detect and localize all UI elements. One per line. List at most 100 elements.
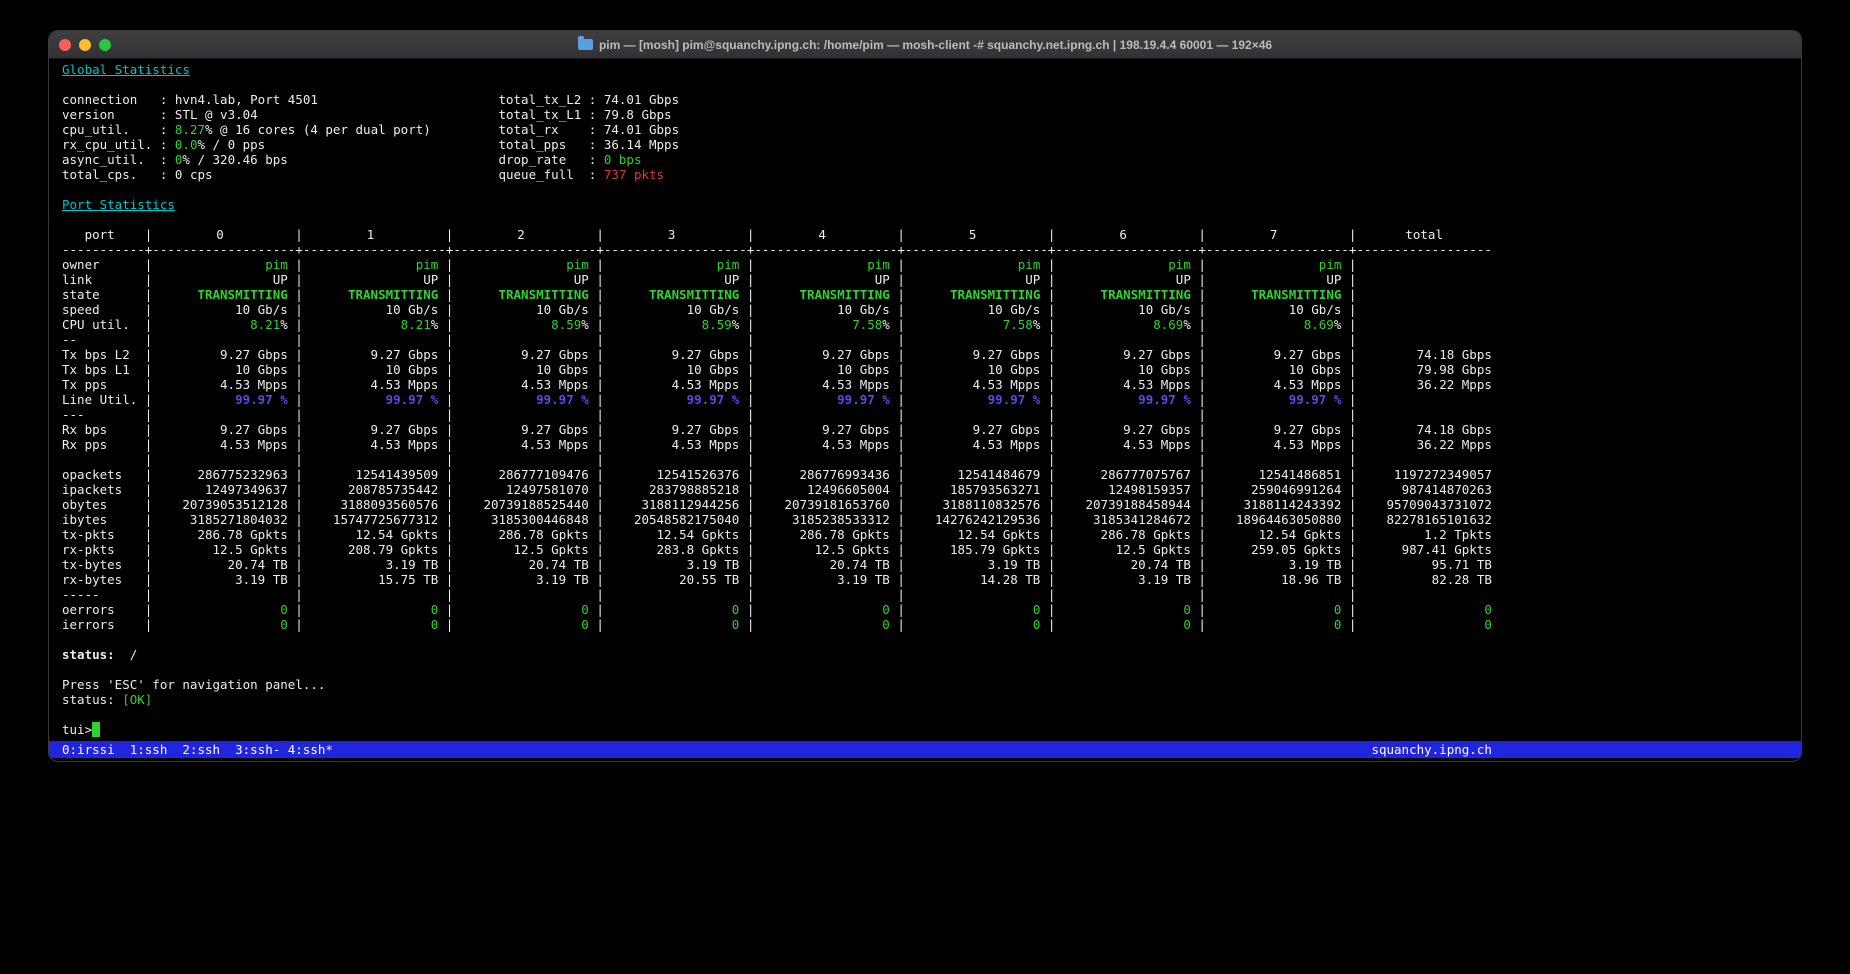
text-segment: 4.53 Mpps [973,437,1041,452]
text-segment: 286777109476 [498,467,588,482]
table-row: ibytes |3185271804032 |15747725677312 |3… [62,512,1788,527]
text-segment: 10 Gbps [386,362,439,377]
stat-cell: 0 [1055,617,1190,632]
stat-cell: 286.78 Gpkts [1055,527,1190,542]
table-row: tx-pkts |286.78 Gpkts |12.54 Gpkts |286.… [62,527,1788,542]
stat-label: cpu_util. [62,122,160,137]
stat-cell: 99.97 % [1206,392,1341,407]
text-segment: 12497581070 [506,482,589,497]
text-segment: 79.8 Gbps [604,107,672,122]
text-segment: 283798885218 [649,482,739,497]
text-segment: 10 Gbps [536,362,589,377]
text-segment: 8.21 [401,317,431,332]
text-segment: 0 [280,617,288,632]
column-header: 1 [303,227,438,242]
stat-label: total_rx [498,122,588,137]
stat-label: queue_full [498,167,588,182]
stat-cell: 15747725677312 [303,512,438,527]
stat-cell: 0 [453,617,588,632]
table-row: link |UP |UP |UP |UP |UP |UP |UP |UP | [62,272,1788,287]
stat-cell: 9.27 Gbps [1206,422,1341,437]
text-segment: 3.19 TB [1289,557,1342,572]
stat-cell: UP [303,272,438,287]
text-segment: 0 [882,617,890,632]
text-segment: 286775232963 [197,467,287,482]
text-segment: 10 Gb/s [687,302,740,317]
text-segment: 286776993436 [800,467,890,482]
text-segment: % [431,317,439,332]
text-segment: pim [1168,257,1191,272]
text-segment: 3188110832576 [943,497,1041,512]
stat-total-cell: 74.18 Gbps [1356,347,1491,362]
zoom-button[interactable] [99,39,111,51]
text-segment: 99.97 % [988,392,1041,407]
text-segment: 20739188458944 [1086,497,1191,512]
terminal-screen[interactable]: Global Statistics connection: hvn4.lab, … [49,59,1801,741]
text-segment: pim [566,257,589,272]
row-label: rx-pkts [62,542,137,557]
stat-total-cell: 36.22 Mpps [1356,437,1491,452]
window-titlebar[interactable]: pim — [mosh] pim@squanchy.ipng.ch: /home… [49,31,1801,59]
text-segment: TRANSMITTING [1251,287,1341,302]
global-stat-left: version: STL @ v3.04 [62,107,498,122]
text-segment: 0 [581,617,589,632]
text-segment: 10 Gb/s [1138,302,1191,317]
stat-cell: pim [303,257,438,272]
stat-cell: 20739188525440 [453,497,588,512]
table-row: owner |pim |pim |pim |pim |pim |pim |pim… [62,257,1788,272]
traffic-lights [49,39,111,51]
prompt-line[interactable]: tui> [62,722,1788,737]
text-segment: % [1183,317,1191,332]
text-segment: 3.19 TB [386,557,439,572]
stat-cell: TRANSMITTING [905,287,1040,302]
row-label: rx-bytes [62,572,137,587]
text-segment: 99.97 % [235,392,288,407]
stat-cell: 8.69% [1206,317,1341,332]
close-button[interactable] [59,39,71,51]
stat-cell: pim [754,257,889,272]
text-segment: 9.27 Gbps [1274,347,1342,362]
stat-cell: 9.27 Gbps [1206,347,1341,362]
stat-cell: 3.19 TB [453,572,588,587]
stat-label: total_tx_L1 [498,107,588,122]
table-row: obytes |20739053512128 |3188093560576 |2… [62,497,1788,512]
stat-cell: 12.5 Gpkts [754,542,889,557]
text-segment: 3.19 TB [536,572,589,587]
row-label: ibytes [62,512,137,527]
stat-cell: 12.54 Gpkts [303,527,438,542]
stat-cell: 286777075767 [1055,467,1190,482]
tmux-hostname: squanchy.ipng.ch [1371,742,1491,757]
text-segment: 9.27 Gbps [973,347,1041,362]
stat-cell: 9.27 Gbps [604,422,739,437]
stat-cell: 99.97 % [152,392,287,407]
table-row: ----- | | | | | | | | | [62,587,1788,602]
stat-cell: 12497349637 [152,482,287,497]
stat-cell: 286776993436 [754,467,889,482]
stat-cell: 9.27 Gbps [453,347,588,362]
tmux-window-list[interactable]: 0:irssi 1:ssh 2:ssh 3:ssh- 4:ssh* [62,742,333,757]
stat-cell: 4.53 Mpps [1206,377,1341,392]
global-stat-line: version: STL @ v3.04total_tx_L1: 79.8 Gb… [62,107,1788,122]
column-header: 4 [754,227,889,242]
text-segment: 10 Gbps [235,362,288,377]
stat-cell: TRANSMITTING [152,287,287,302]
column-header: 6 [1055,227,1190,242]
global-stat-left: rx_cpu_util.: 0.0% / 0 pps [62,137,498,152]
text-segment: 12541526376 [657,467,740,482]
stat-cell: 208.79 Gpkts [303,542,438,557]
stat-cell: 99.97 % [905,392,1040,407]
stat-cell: 12498159357 [1055,482,1190,497]
text-segment: 74.01 Gbps [604,122,679,137]
text-segment: 0 [1033,617,1041,632]
minimize-button[interactable] [79,39,91,51]
global-stat-left: async_util.: 0% / 320.46 bps [62,152,498,167]
text-segment: 0 [732,602,740,617]
stat-cell: 3.19 TB [1055,572,1190,587]
text-segment: 3.19 TB [837,572,890,587]
stat-cell: pim [604,257,739,272]
stat-cell: 4.53 Mpps [604,377,739,392]
stat-cell: 3185238533312 [754,512,889,527]
table-row: rx-bytes |3.19 TB |15.75 TB |3.19 TB |20… [62,572,1788,587]
stat-label: total_cps. [62,167,160,182]
table-row: Tx pps |4.53 Mpps |4.53 Mpps |4.53 Mpps … [62,377,1788,392]
